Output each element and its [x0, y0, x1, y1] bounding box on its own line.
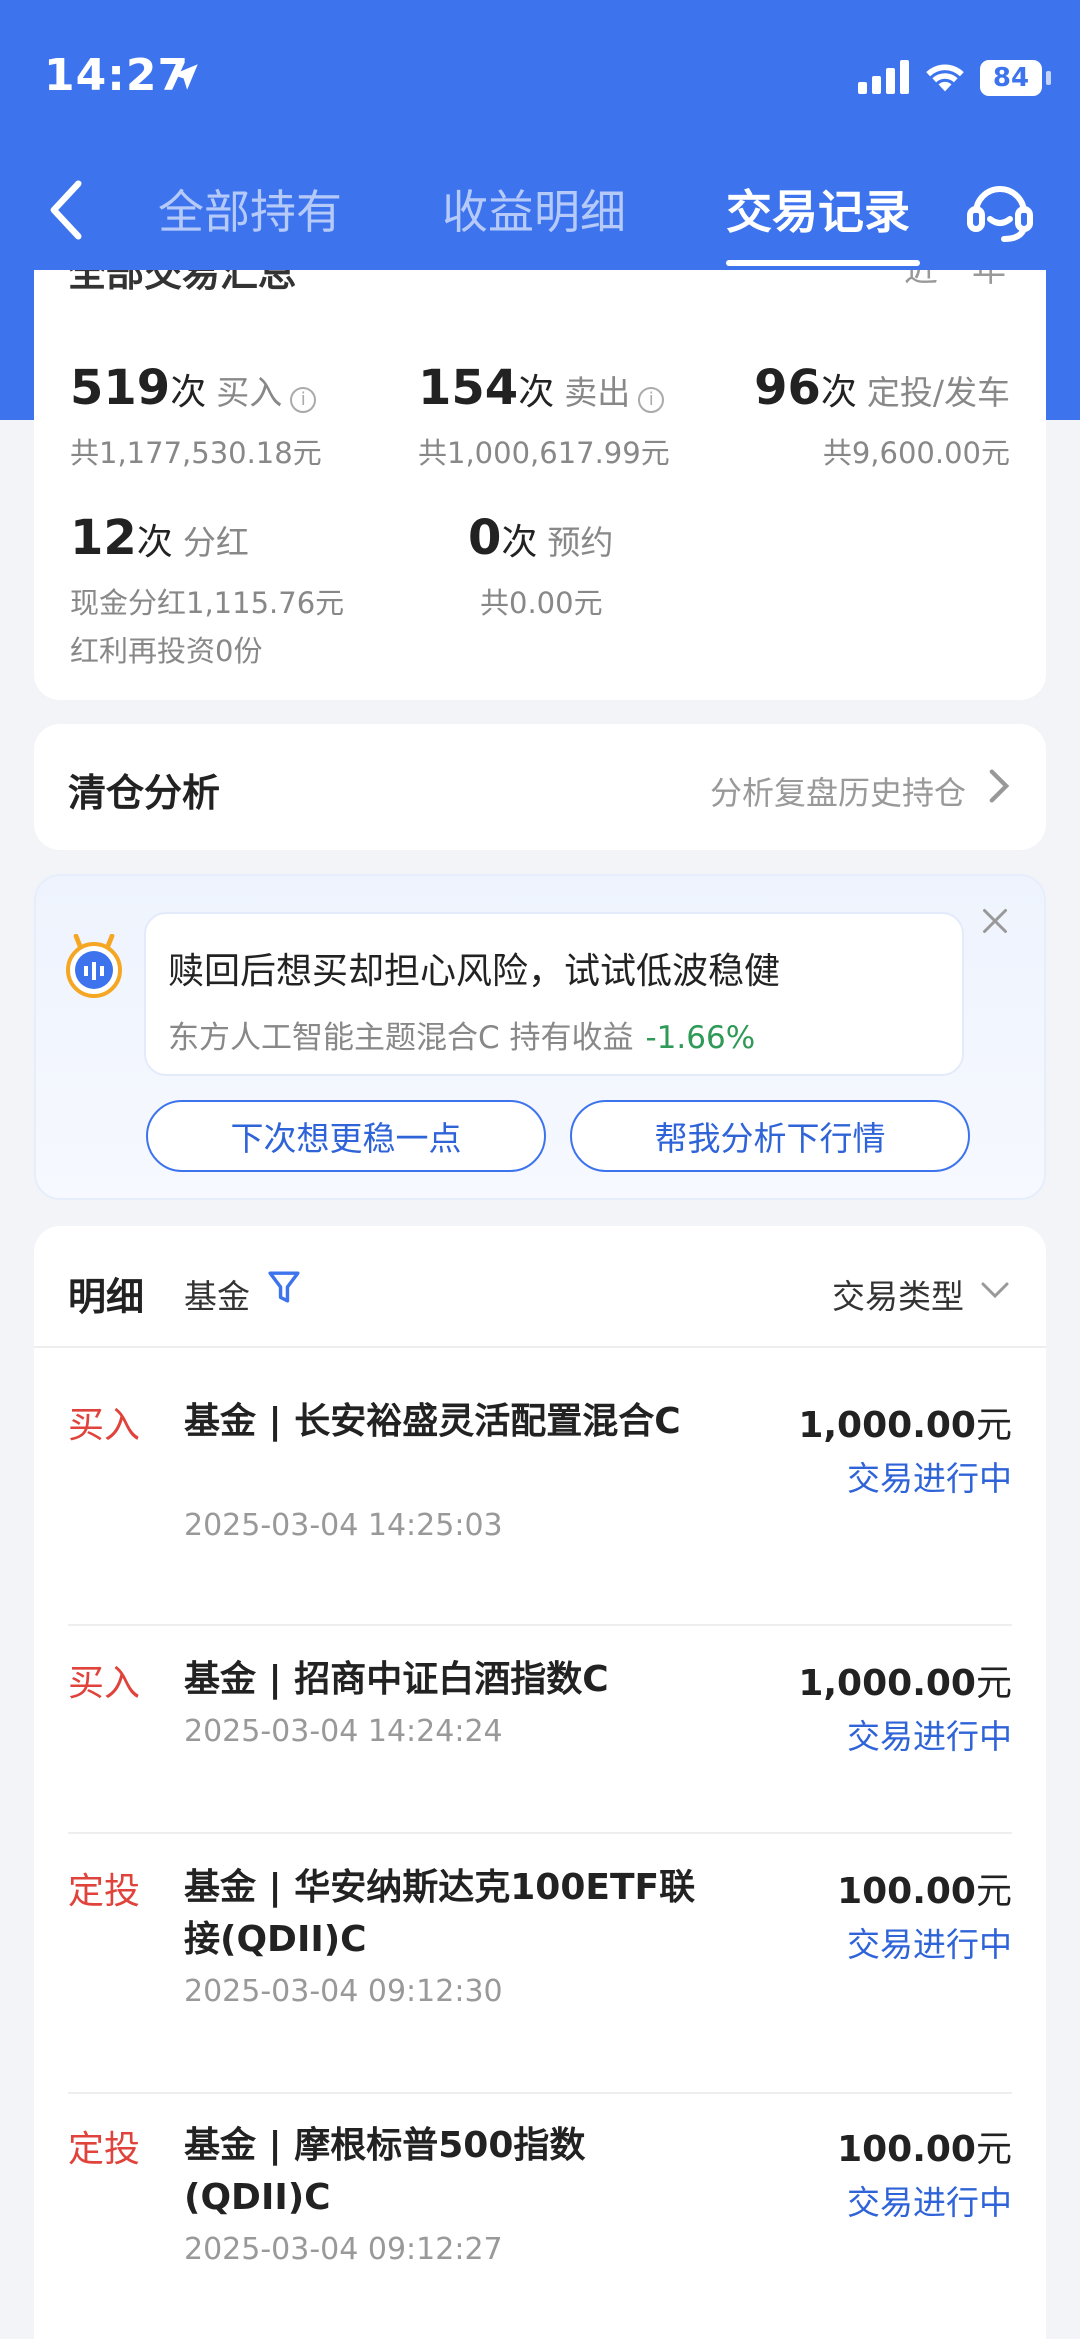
trade-kind: 买入	[68, 1663, 141, 1704]
wifi-icon	[926, 64, 964, 92]
trade-fund-name: 基金 | 招商中证白酒指数C	[184, 1659, 609, 1700]
stat-reserve-count: 0	[468, 510, 502, 566]
trade-amount: 1,000.00元	[798, 1396, 1012, 1448]
promo-bubble: 赎回后想买却担心风险，试试低波稳健 东方人工智能主题混合C 持有收益 -1.66%	[144, 912, 964, 1076]
promo-card: 赎回后想买却担心风险，试试低波稳健 东方人工智能主题混合C 持有收益 -1.66%…	[34, 874, 1046, 1200]
trade-date: 2025-03-04 09:12:27	[184, 2232, 503, 2267]
trade-amount: 100.00元	[837, 1862, 1012, 1914]
trade-row[interactable]: 定投 基金 | 华安纳斯达克100ETF联接(QDII)C 2025-03-04…	[68, 1862, 1012, 2116]
stat-auto-count: 96	[754, 360, 821, 416]
trade-kind: 买入	[68, 1405, 141, 1446]
currency-unit: 元	[975, 1663, 1012, 1704]
stat-buy-count: 519	[70, 360, 171, 416]
robot-mascot-icon	[66, 934, 122, 998]
tab-income-detail[interactable]: 收益明细	[442, 176, 626, 242]
trade-fund-name: 基金 | 华安纳斯达克100ETF联接(QDII)C	[184, 1867, 696, 1960]
trade-amount-value: 1,000.00	[798, 1405, 976, 1446]
row-divider	[68, 1624, 1012, 1626]
currency-unit: 元	[975, 2129, 1012, 2170]
trade-type-select[interactable]: 交易类型	[832, 1270, 964, 1318]
trade-row[interactable]: 买入 基金 | 招商中证白酒指数C 2025-03-04 14:24:24 1,…	[68, 1654, 1012, 1860]
close-icon[interactable]	[980, 906, 1010, 936]
trade-amount-value: 100.00	[837, 1871, 976, 1912]
trade-kind: 定投	[68, 2129, 141, 2170]
trade-status: 交易进行中	[847, 2183, 1012, 2222]
promo-analyze-button[interactable]: 帮我分析下行情	[570, 1100, 970, 1172]
back-chevron-icon[interactable]	[44, 178, 90, 242]
stat-dividend-cash: 现金分红1,115.76元	[70, 586, 345, 620]
battery-tip	[1046, 71, 1051, 85]
stat-auto-total: 共9,600.00元	[822, 436, 1010, 470]
detail-filter-label[interactable]: 基金	[184, 1270, 250, 1318]
stat-auto-invest: 96次 定投/发车 共9,600.00元	[754, 360, 1010, 472]
stat-auto-unit: 次	[820, 372, 857, 413]
stat-dividend: 12次 分红 现金分红1,115.76元 红利再投资0份	[70, 510, 344, 670]
stat-buy-label: 买入	[216, 373, 283, 412]
trade-date: 2025-03-04 09:12:30	[184, 1974, 503, 2009]
row-divider	[68, 2092, 1012, 2094]
stat-dividend-unit: 次	[136, 522, 173, 563]
customer-service-icon[interactable]	[964, 176, 1036, 246]
stat-sell-label: 卖出	[564, 373, 631, 412]
stat-buy-unit: 次	[170, 372, 207, 413]
stat-dividend-count: 12	[70, 510, 137, 566]
trade-amount-value: 100.00	[837, 2129, 976, 2170]
trade-status: 交易进行中	[847, 1925, 1012, 1964]
detail-title: 明细	[68, 1275, 145, 1319]
detail-card: 明细 基金 交易类型 买入 基金 | 长安裕盛灵活配置混合C 2025-03-0…	[34, 1226, 1046, 2339]
battery-indicator: 84	[980, 60, 1042, 96]
trade-status: 交易进行中	[847, 1717, 1012, 1756]
info-icon[interactable]: i	[290, 386, 317, 413]
stat-sell: 154次 卖出 i 共1,000,617.99元	[418, 360, 670, 472]
location-arrow-icon	[172, 64, 198, 90]
promo-fund: 东方人工智能主题混合C 持有收益	[168, 1020, 634, 1056]
stat-buy: 519次 买入 i 共1,177,530.18元	[70, 360, 322, 472]
trade-date: 2025-03-04 14:24:24	[184, 1714, 503, 1749]
trade-status: 交易进行中	[847, 1459, 1012, 1498]
stat-buy-total: 共1,177,530.18元	[70, 436, 322, 470]
stat-sell-unit: 次	[518, 372, 555, 413]
clearance-title: 清仓分析	[68, 771, 221, 815]
currency-unit: 元	[975, 1405, 1012, 1446]
info-icon[interactable]: i	[638, 386, 665, 413]
trade-row[interactable]: 买入 基金 | 长安裕盛灵活配置混合C 2025-03-04 14:25:03 …	[68, 1396, 1012, 1650]
tab-all-holdings[interactable]: 全部持有	[158, 176, 342, 242]
status-bar: 14:27 84	[0, 0, 1080, 150]
tab-trade-records[interactable]: 交易记录	[726, 176, 910, 242]
promo-stable-button[interactable]: 下次想更稳一点	[146, 1100, 546, 1172]
active-tab-indicator	[726, 260, 920, 266]
clearance-analysis-row[interactable]: 清仓分析 分析复盘历史持仓	[34, 724, 1046, 850]
chevron-right-icon[interactable]	[988, 768, 1010, 804]
row-divider	[68, 1832, 1012, 1834]
top-nav: 全部持有 收益明细 交易记录	[0, 150, 1080, 300]
currency-unit: 元	[975, 1871, 1012, 1912]
stat-reserve-label: 预约	[547, 523, 614, 562]
stat-sell-count: 154	[418, 360, 519, 416]
promo-subtitle: 东方人工智能主题混合C 持有收益 -1.66%	[168, 1012, 755, 1057]
trade-amount: 1,000.00元	[798, 1654, 1012, 1706]
trade-date: 2025-03-04 14:25:03	[184, 1508, 503, 1543]
stat-reserve: 0次 预约 共0.00元	[468, 510, 613, 622]
trade-amount-value: 1,000.00	[798, 1663, 976, 1704]
trade-row[interactable]: 定投 基金 | 摩根标普500指数(QDII)C 2025-03-04 09:1…	[68, 2120, 1012, 2339]
stat-auto-label: 定投/发车	[866, 373, 1010, 412]
detail-divider	[34, 1346, 1046, 1348]
trade-kind: 定投	[68, 1871, 141, 1912]
stat-reserve-unit: 次	[501, 522, 538, 563]
stat-dividend-reinvest: 红利再投资0份	[70, 634, 263, 668]
clearance-link[interactable]: 分析复盘历史持仓	[710, 768, 966, 814]
chevron-down-icon[interactable]	[980, 1280, 1010, 1300]
cellular-signal-icon	[858, 60, 909, 94]
trade-fund-name: 基金 | 长安裕盛灵活配置混合C	[184, 1401, 681, 1442]
promo-title: 赎回后想买却担心风险，试试低波稳健	[168, 951, 781, 992]
promo-pct: -1.66%	[645, 1020, 756, 1056]
stat-sell-total: 共1,000,617.99元	[418, 436, 670, 470]
stat-reserve-total: 共0.00元	[480, 586, 603, 620]
stat-dividend-label: 分红	[182, 523, 249, 562]
trade-summary-card: 全部交易汇总 近一年 519次 买入 i 共1,177,530.18元 154次 卖出…	[34, 270, 1046, 700]
trade-fund-name: 基金 | 摩根标普500指数(QDII)C	[184, 2125, 586, 2218]
trade-amount: 100.00元	[837, 2120, 1012, 2172]
filter-funnel-icon[interactable]	[266, 1268, 302, 1306]
